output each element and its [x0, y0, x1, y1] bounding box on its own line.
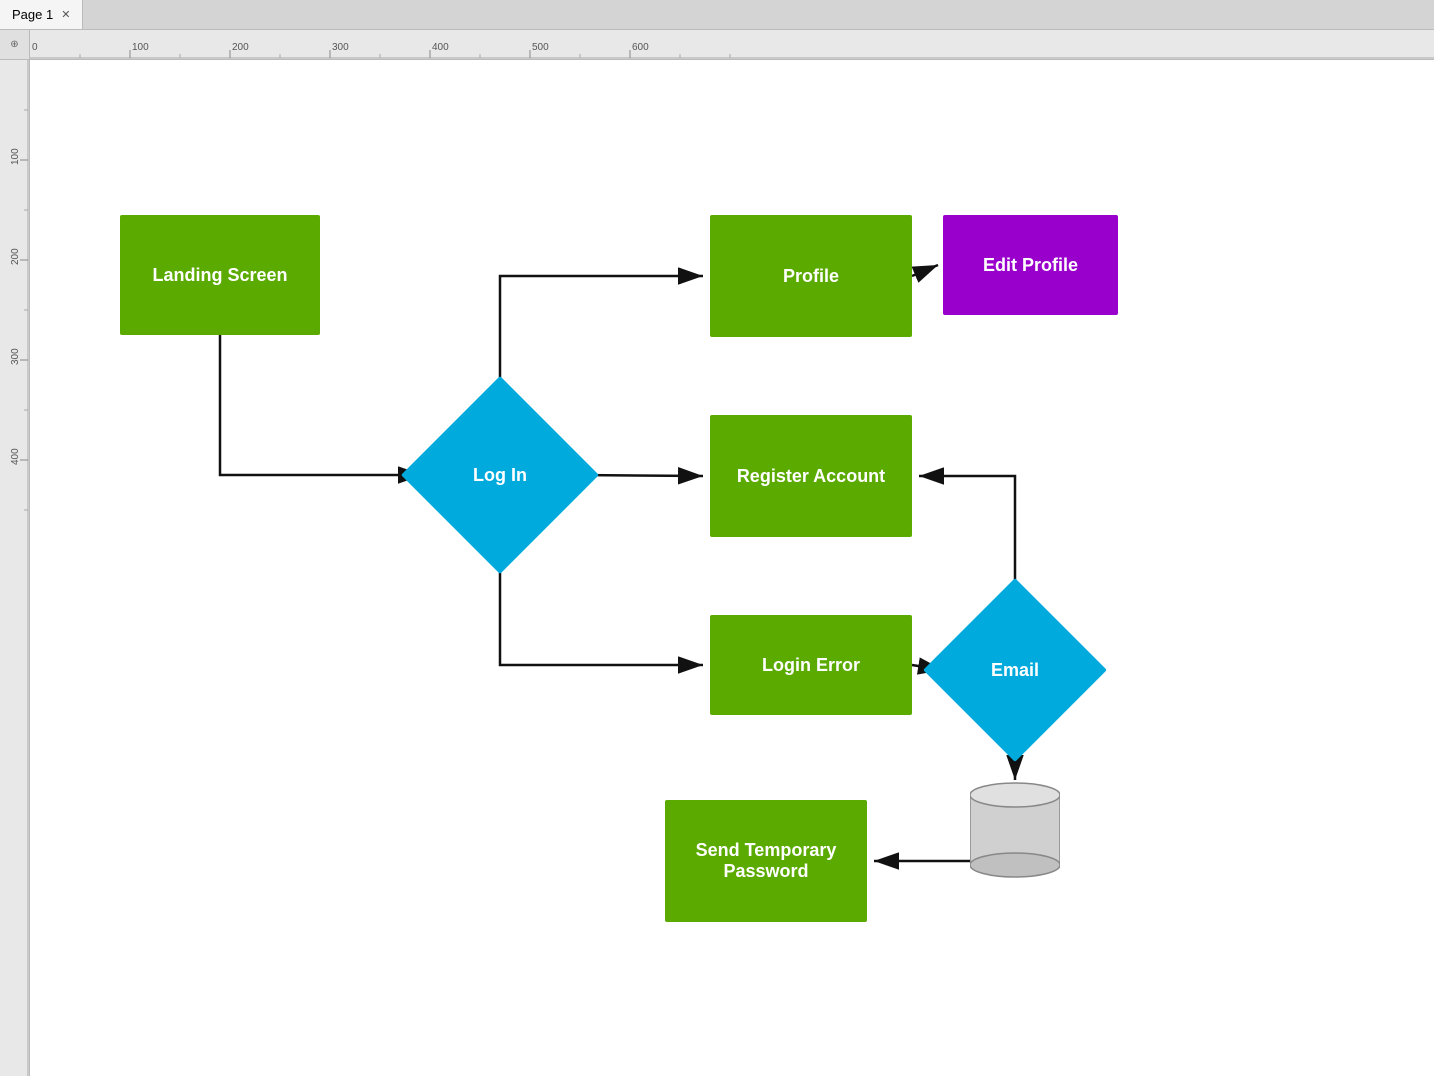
landing-screen-node[interactable]: Landing Screen	[120, 215, 320, 335]
login-error-label: Login Error	[762, 655, 860, 676]
canvas: Landing Screen Profile Edit Profile Log …	[30, 60, 1434, 1076]
send-temp-label: Send Temporary Password	[665, 840, 867, 882]
register-label: Register Account	[737, 466, 885, 487]
ruler-corner: ⊕	[0, 30, 30, 60]
database-cylinder	[970, 780, 1060, 880]
tab-label: Page 1	[12, 7, 53, 22]
tab-page1[interactable]: Page 1 ✕	[0, 0, 83, 29]
connectors-svg	[30, 60, 1434, 1076]
svg-text:200: 200	[10, 248, 21, 265]
email-node[interactable]: Email	[950, 605, 1080, 735]
edit-profile-label: Edit Profile	[983, 255, 1078, 276]
main-area: 100 200 300 400	[0, 60, 1434, 1076]
ruler-left: 100 200 300 400	[0, 60, 30, 1076]
email-label: Email	[991, 660, 1039, 681]
tab-close-button[interactable]: ✕	[61, 8, 70, 21]
svg-text:0: 0	[32, 42, 38, 53]
login-node[interactable]: Log In	[430, 405, 570, 545]
register-account-node[interactable]: Register Account	[710, 415, 912, 537]
send-temp-password-node[interactable]: Send Temporary Password	[665, 800, 867, 922]
tab-bar: Page 1 ✕	[0, 0, 1434, 30]
svg-text:600: 600	[632, 42, 649, 53]
svg-text:400: 400	[10, 448, 21, 465]
profile-node[interactable]: Profile	[710, 215, 912, 337]
svg-text:100: 100	[132, 42, 149, 53]
landing-screen-label: Landing Screen	[152, 265, 287, 286]
svg-text:100: 100	[10, 148, 21, 165]
ruler-top: 0 100 200 300 400 500 600	[30, 30, 1434, 60]
edit-profile-node[interactable]: Edit Profile	[943, 215, 1118, 315]
svg-text:300: 300	[10, 348, 21, 365]
ruler-row: ⊕ 0 100 200 300 400 500 600	[0, 30, 1434, 60]
svg-text:500: 500	[532, 42, 549, 53]
svg-text:300: 300	[332, 42, 349, 53]
login-error-node[interactable]: Login Error	[710, 615, 912, 715]
profile-label: Profile	[783, 266, 839, 287]
svg-text:400: 400	[432, 42, 449, 53]
svg-text:200: 200	[232, 42, 249, 53]
login-label: Log In	[473, 465, 527, 486]
